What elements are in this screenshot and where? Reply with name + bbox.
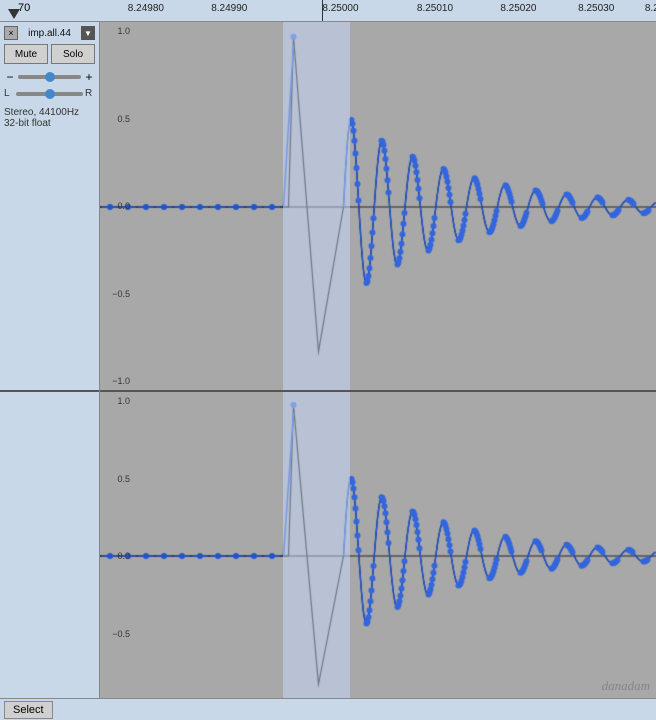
track-info: Stereo, 44100Hz 32-bit float xyxy=(4,107,95,129)
waveform-canvas-bottom xyxy=(100,392,656,720)
track-title-bar: × imp.all.44 ▼ xyxy=(4,26,95,40)
track-info-line2: 32-bit float xyxy=(4,118,95,129)
volume-increase-button[interactable]: + xyxy=(83,70,95,84)
volume-decrease-button[interactable]: − xyxy=(4,70,16,84)
ruler-tick: 8.25020 xyxy=(500,3,536,14)
ruler-tick: 8.25030 xyxy=(578,3,614,14)
pan-right-label: R xyxy=(85,88,95,99)
pan-thumb[interactable] xyxy=(45,89,55,99)
ruler-tick: 8.25000 xyxy=(322,3,358,14)
volume-row: − + xyxy=(4,70,95,84)
pan-slider[interactable] xyxy=(16,92,83,96)
select-button[interactable]: Select xyxy=(4,701,53,719)
pan-row: L R xyxy=(4,88,95,99)
ruler-tick: 8.24980 xyxy=(128,3,164,14)
waveform-panel-bottom[interactable]: 1.0 0.5 0.0 −0.5 −1.0 xyxy=(100,392,656,720)
pan-left-label: L xyxy=(4,88,14,99)
watermark: danadam xyxy=(602,678,650,694)
main-container: × imp.all.44 ▼ Mute Solo − + L xyxy=(0,22,656,720)
waveform-canvas-top xyxy=(100,22,656,392)
bottom-bar: Select xyxy=(0,698,656,720)
waveform-panel-top[interactable]: 1.0 0.5 0.0 −0.5 −1.0 xyxy=(100,22,656,392)
waveform-area: 1.0 0.5 0.0 −0.5 −1.0 1.0 0.5 0.0 −0.5 −… xyxy=(100,22,656,720)
track-info-line1: Stereo, 44100Hz xyxy=(4,107,95,118)
track-dropdown-button[interactable]: ▼ xyxy=(81,26,95,40)
solo-button[interactable]: Solo xyxy=(51,44,95,64)
playhead-line xyxy=(322,0,323,21)
track-header-2 xyxy=(0,392,99,720)
ruler-position-label: 70 xyxy=(18,2,30,14)
mute-button[interactable]: Mute xyxy=(4,44,48,64)
track-close-button[interactable]: × xyxy=(4,26,18,40)
track-name: imp.all.44 xyxy=(18,28,81,39)
track-header-1: × imp.all.44 ▼ Mute Solo − + L xyxy=(0,22,99,392)
volume-slider[interactable] xyxy=(18,75,81,79)
track-mute-solo-buttons: Mute Solo xyxy=(4,44,95,64)
ruler-tick: 8.24990 xyxy=(211,3,247,14)
ruler-ticks: 8.24980 8.24990 8.25000 8.25010 8.25020 8.250… xyxy=(100,0,656,21)
left-panel: × imp.all.44 ▼ Mute Solo − + L xyxy=(0,22,100,720)
ruler-tick: 8.25... xyxy=(645,3,656,14)
volume-thumb[interactable] xyxy=(45,72,55,82)
ruler-bar: 70 8.249808.249908.250008.250108.250208.… xyxy=(0,0,656,22)
ruler-tick: 8.25010 xyxy=(417,3,453,14)
